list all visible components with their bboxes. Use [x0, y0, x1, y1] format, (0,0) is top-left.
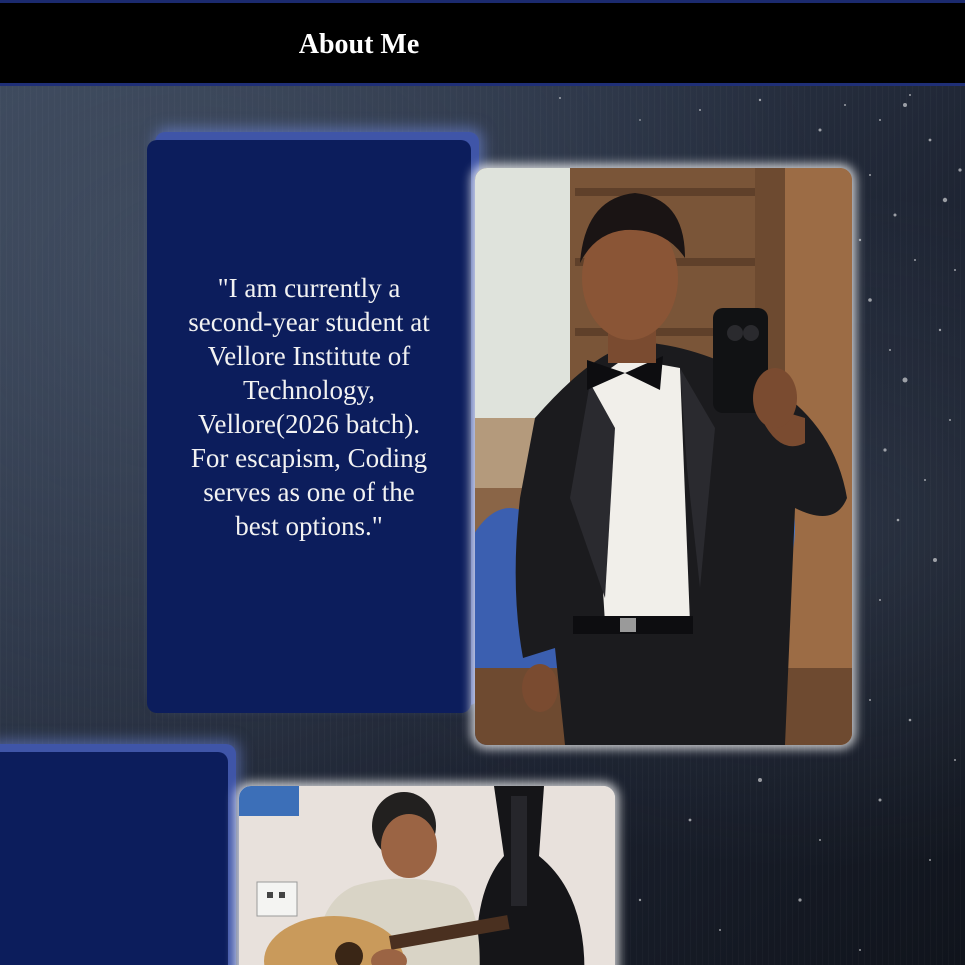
guitar-photo [239, 786, 615, 965]
page-title: About Me [298, 29, 420, 60]
top-header: About Me [0, 0, 965, 86]
secondary-info-card [0, 752, 228, 965]
about-quote-card: "I am currently a second-year student at… [147, 140, 471, 713]
about-quote-text: "I am currently a second-year student at… [188, 272, 430, 541]
mirror-selfie-photo [475, 168, 852, 745]
